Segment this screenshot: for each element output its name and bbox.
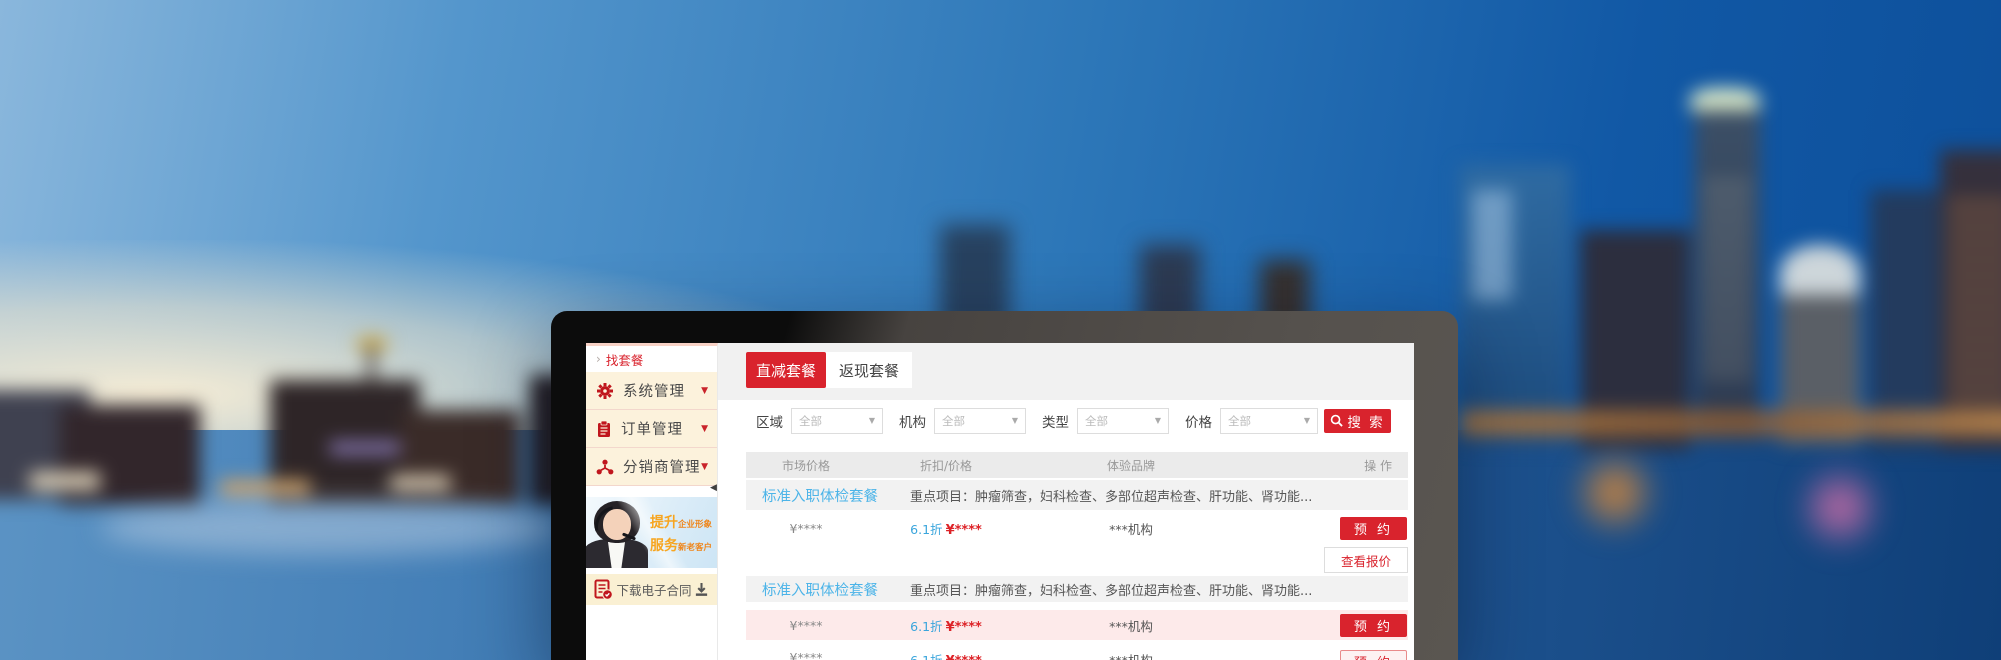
chevron-down-icon: ▼ — [1012, 416, 1018, 425]
app-screen: › 找套餐 系统管理 ▼ 订单管理 ▼ — [586, 343, 1414, 660]
col-header-brand: 体验品牌 — [1026, 457, 1236, 474]
table-row: ¥**** 6.1折 ¥**** ***机构 预 约 — [746, 646, 1408, 660]
search-label: 搜 索 — [1347, 411, 1384, 431]
col-header-market-price: 市场价格 — [746, 457, 866, 474]
menu-label: 分销商管理 — [623, 456, 701, 477]
book-button[interactable]: 预 约 — [1340, 614, 1407, 637]
sidebar-item-distributor-management[interactable]: 分销商管理 ▼ — [586, 448, 717, 486]
package-title-row: 标准入职体检套餐 重点项目：肿瘤筛查，妇科检查、多部位超声检查、肝功能、肾功能.… — [746, 480, 1408, 510]
book-button[interactable]: 预 约 — [1340, 650, 1407, 660]
market-price: ¥**** — [746, 650, 866, 660]
scene: › 找套餐 系统管理 ▼ 订单管理 ▼ — [0, 0, 2001, 660]
slogan-line2-small: 新老客户 — [678, 543, 712, 553]
table-row: ¥**** 6.1折 ¥**** ***机构 预 约 — [746, 510, 1408, 546]
slogan-line1-small: 企业形象 — [678, 520, 712, 530]
sidebar-collapse-arrow-icon[interactable]: ◀ — [710, 484, 717, 493]
download-contract-label: 下载电子合同 — [614, 580, 694, 599]
chevron-down-icon: ▼ — [1155, 416, 1161, 425]
download-icon — [694, 582, 709, 597]
search-button[interactable]: 搜 索 — [1324, 409, 1391, 433]
select-value: 全部 — [799, 413, 822, 429]
sidebar-item-order-management[interactable]: 订单管理 ▼ — [586, 410, 717, 448]
package-title-link[interactable]: 标准入职体检套餐 — [762, 579, 878, 600]
slogan-line2-big: 服务 — [650, 538, 678, 554]
price-select[interactable]: 全部 ▼ — [1220, 408, 1318, 434]
filter-label-institution: 机构 — [899, 411, 926, 431]
orange-light-reflection — [1570, 445, 1660, 540]
table-header-row: 市场价格 折扣/价格 体验品牌 操 作 — [746, 452, 1408, 478]
brand-name: ***机构 — [1026, 616, 1236, 635]
institution-select[interactable]: 全部 ▼ — [934, 408, 1026, 434]
menu-label: 系统管理 — [623, 380, 701, 401]
gear-icon — [596, 382, 614, 400]
filter-label-region: 区域 — [756, 411, 783, 431]
tablet-device: › 找套餐 系统管理 ▼ 订单管理 ▼ — [551, 311, 1458, 660]
chevron-down-icon: ▼ — [701, 462, 708, 472]
tab-cashback-package[interactable]: 返现套餐 — [826, 352, 912, 388]
tab-bar: 直减套餐 返现套餐 — [718, 343, 1414, 400]
headset-icon — [587, 498, 645, 556]
col-header-discount-price: 折扣/价格 — [866, 457, 1026, 474]
customer-service-banner: 提升企业形象 服务新老客户 — [586, 497, 717, 568]
discounted-price: ¥**** — [946, 620, 982, 635]
tab-direct-discount-package[interactable]: 直减套餐 — [746, 352, 826, 388]
main-panel: 直减套餐 返现套餐 区域 全部 ▼ 机构 全部 — [718, 343, 1414, 660]
clipboard-icon — [596, 420, 612, 438]
book-button[interactable]: 预 约 — [1340, 517, 1407, 540]
col-header-actions: 操 作 — [1236, 457, 1408, 474]
filter-label-type: 类型 — [1042, 411, 1069, 431]
brand-name: ***机构 — [1026, 650, 1236, 660]
sidebar-item-find-package[interactable]: › 找套餐 — [586, 346, 717, 372]
chevron-down-icon: ▼ — [701, 424, 708, 434]
filter-bar: 区域 全部 ▼ 机构 全部 ▼ 类型 — [718, 400, 1414, 441]
sidebar-menu: 系统管理 ▼ 订单管理 ▼ 分销商管理 ▼ — [586, 372, 717, 486]
market-price: ¥**** — [746, 618, 866, 633]
slogan-line1-big: 提升 — [650, 515, 678, 531]
type-select[interactable]: 全部 ▼ — [1077, 408, 1169, 434]
sidebar: › 找套餐 系统管理 ▼ 订单管理 ▼ — [586, 343, 718, 660]
search-icon — [1330, 414, 1343, 427]
quote-popup-row: 查看报价 — [746, 546, 1408, 576]
market-price: ¥**** — [746, 521, 866, 536]
package-title-row: 标准入职体检套餐 重点项目：肿瘤筛查，妇科检查、多部位超声检查、肝功能、肾功能.… — [746, 576, 1408, 602]
find-package-label: 找套餐 — [606, 350, 644, 369]
view-quote-link[interactable]: 查看报价 — [1324, 547, 1408, 573]
shore-light-reflection — [100, 500, 560, 555]
package-table: 市场价格 折扣/价格 体验品牌 操 作 标准入职体检套餐 重点项目：肿瘤筛查，妇… — [746, 452, 1408, 660]
distributor-network-icon — [596, 459, 614, 475]
download-contract-button[interactable]: 下载电子合同 — [586, 574, 717, 605]
filter-label-price: 价格 — [1185, 411, 1212, 431]
menu-label: 订单管理 — [621, 418, 701, 439]
discount-value: 6.1折 — [910, 619, 942, 634]
discount-value: 6.1折 — [910, 653, 942, 660]
brand-name: ***机构 — [1026, 519, 1236, 538]
select-value: 全部 — [1228, 413, 1251, 429]
package-description: 重点项目：肿瘤筛查，妇科检查、多部位超声检查、肝功能、肾功能... — [910, 486, 1312, 505]
right-skyline — [1400, 60, 2001, 460]
chevron-right-icon: › — [596, 353, 601, 365]
contract-icon — [594, 579, 614, 601]
discount-value: 6.1折 — [910, 522, 942, 537]
discounted-price: ¥**** — [946, 523, 982, 538]
select-value: 全部 — [942, 413, 965, 429]
chevron-down-icon: ▼ — [1304, 416, 1310, 425]
package-description: 重点项目：肿瘤筛查，妇科检查、多部位超声检查、肝功能、肾功能... — [910, 580, 1312, 599]
sidebar-item-system-management[interactable]: 系统管理 ▼ — [586, 372, 717, 410]
select-value: 全部 — [1085, 413, 1108, 429]
package-title-link[interactable]: 标准入职体检套餐 — [762, 485, 878, 506]
avatar — [586, 539, 648, 568]
banner-slogan: 提升企业形象 服务新老客户 — [650, 510, 712, 557]
pink-light-reflection — [1800, 455, 1880, 560]
chevron-down-icon: ▼ — [701, 386, 708, 396]
chevron-down-icon: ▼ — [869, 416, 875, 425]
discounted-price: ¥**** — [946, 654, 982, 660]
region-select[interactable]: 全部 ▼ — [791, 408, 883, 434]
table-row: ¥**** 6.1折 ¥**** ***机构 预 约 — [746, 610, 1408, 640]
